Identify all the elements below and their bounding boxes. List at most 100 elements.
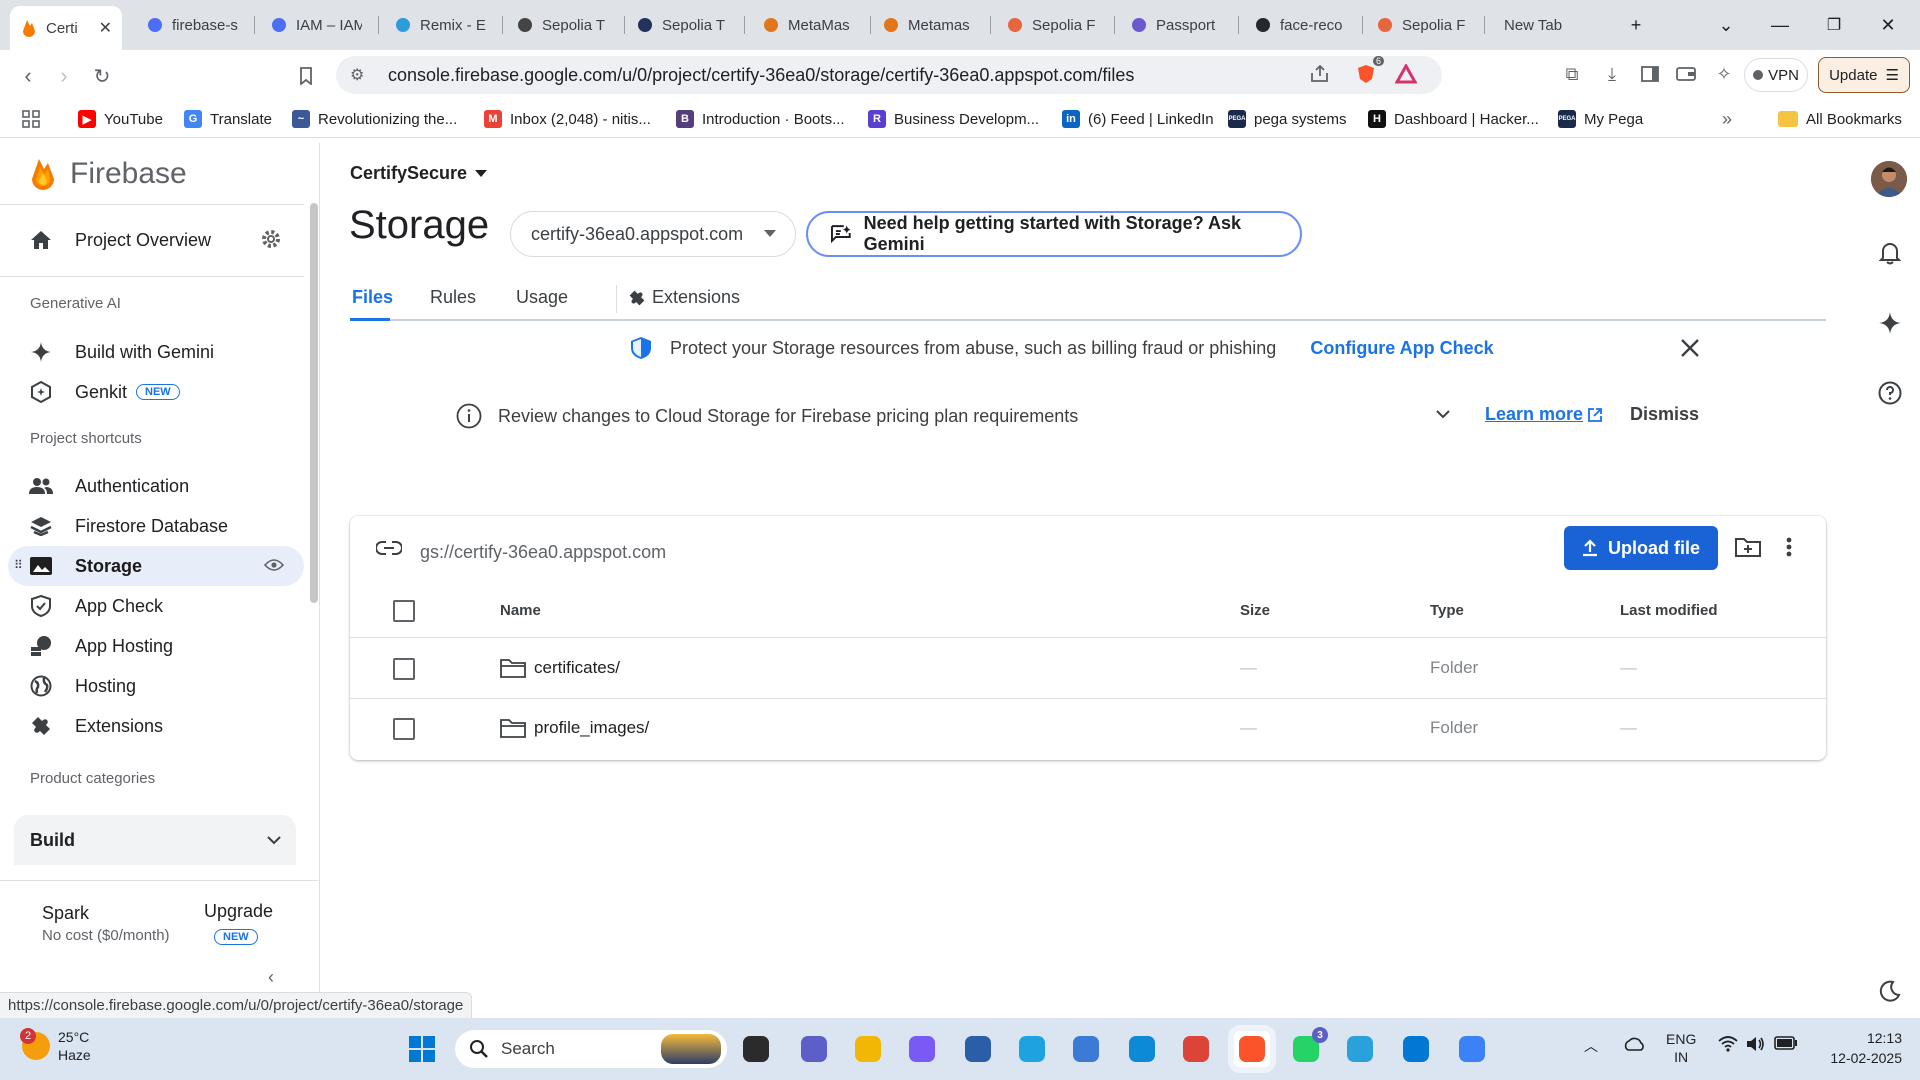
minimize-button[interactable]: — — [1760, 8, 1800, 42]
nav-extensions[interactable]: Extensions — [8, 706, 304, 746]
nav-firestore-database[interactable]: Firestore Database — [8, 506, 304, 546]
file-name[interactable]: profile_images/ — [534, 718, 649, 738]
file-name[interactable]: certificates/ — [534, 658, 620, 678]
build-category-toggle[interactable]: Build — [14, 815, 296, 865]
edge-icon[interactable] — [1124, 1031, 1160, 1067]
learn-more-link[interactable]: Learn more — [1485, 404, 1603, 425]
more-bookmarks-icon[interactable]: » — [1722, 108, 1732, 130]
nav-build-with-gemini[interactable]: Build with Gemini — [8, 332, 304, 372]
address-bar[interactable]: ⚙ console.firebase.google.com/u/0/projec… — [336, 56, 1442, 94]
nav-genkit[interactable]: Genkit NEW — [8, 372, 304, 412]
gemini-sparkle-icon[interactable] — [1876, 309, 1904, 337]
tab-search-icon[interactable]: ⌄ — [1706, 8, 1746, 42]
browser-tab-active[interactable]: Certi ✕ — [10, 6, 122, 50]
new-tab-button[interactable]: + — [1616, 8, 1656, 42]
table-row[interactable]: certificates/ — Folder — — [350, 639, 1826, 699]
battery-icon[interactable] — [1774, 1036, 1798, 1053]
nav-authentication[interactable]: Authentication — [8, 466, 304, 506]
reload-button[interactable]: ↻ — [86, 60, 118, 92]
onedrive-icon[interactable] — [1622, 1036, 1646, 1055]
bookmark-item[interactable]: G Translate — [184, 108, 272, 130]
nav-hosting[interactable]: Hosting — [8, 666, 304, 706]
notepad-icon[interactable] — [1068, 1031, 1104, 1067]
taskbar-search[interactable]: Search — [455, 1030, 727, 1068]
tab-usage[interactable]: Usage — [516, 287, 568, 308]
settings-gear-icon[interactable] — [260, 228, 282, 255]
collapse-sidebar-icon[interactable]: ‹ — [268, 967, 274, 988]
browser-tab[interactable]: Sepolia T — [506, 8, 618, 42]
drag-handle-icon[interactable]: ⠿ — [14, 558, 23, 572]
configure-app-check-link[interactable]: Configure App Check — [1310, 338, 1493, 359]
browser-tab[interactable]: Sepolia F — [996, 8, 1108, 42]
vscode-icon[interactable] — [1398, 1031, 1434, 1067]
nav-app-check[interactable]: App Check — [8, 586, 304, 626]
project-selector[interactable]: CertifySecure — [350, 163, 488, 184]
brave-icon[interactable] — [1234, 1031, 1270, 1067]
tab-rules[interactable]: Rules — [430, 287, 476, 308]
row-checkbox[interactable] — [393, 718, 415, 740]
photos-icon[interactable] — [1014, 1031, 1050, 1067]
site-settings-icon[interactable]: ⚙ — [350, 65, 372, 85]
create-folder-icon[interactable] — [1734, 536, 1762, 563]
browser-tab[interactable]: New Tab — [1494, 8, 1606, 42]
close-tab-icon[interactable]: ✕ — [99, 18, 112, 38]
ask-gemini-button[interactable]: Need help getting started with Storage? … — [806, 211, 1302, 257]
upgrade-link[interactable]: Upgrade — [204, 901, 273, 922]
bookmark-item[interactable]: ~ Revolutionizing the... — [292, 108, 457, 130]
file-explorer-icon[interactable] — [850, 1031, 886, 1067]
wifi-icon[interactable] — [1718, 1036, 1738, 1055]
microsoft-store-icon[interactable] — [960, 1031, 996, 1067]
telegram-icon[interactable] — [1342, 1031, 1378, 1067]
bookmark-item[interactable]: H Dashboard | Hacker... — [1368, 108, 1539, 130]
language-code[interactable]: ENG — [1666, 1030, 1696, 1048]
eye-icon[interactable] — [263, 556, 285, 577]
close-window-button[interactable]: ✕ — [1868, 8, 1908, 42]
select-all-checkbox[interactable] — [393, 600, 415, 622]
download-icon[interactable]: ⤓ — [1598, 58, 1626, 90]
dark-mode-icon[interactable] — [1876, 977, 1904, 1005]
all-bookmarks[interactable]: All Bookmarks — [1778, 108, 1902, 130]
sidebar-toggle-icon[interactable] — [1636, 58, 1664, 90]
forward-button[interactable]: › — [48, 60, 80, 92]
more-vert-icon[interactable] — [1786, 536, 1792, 563]
nav-project-overview[interactable]: Project Overview — [8, 220, 304, 260]
bookmark-item[interactable]: in (6) Feed | LinkedIn — [1062, 108, 1214, 130]
close-banner-icon[interactable] — [1680, 333, 1700, 365]
browser-tab[interactable]: MetaMas — [752, 8, 864, 42]
upload-file-button[interactable]: Upload file — [1564, 526, 1718, 570]
notifications-bell-icon[interactable] — [1876, 239, 1904, 267]
volume-icon[interactable] — [1746, 1036, 1766, 1055]
copilot-icon[interactable] — [904, 1031, 940, 1067]
bucket-selector[interactable]: certify-36ea0.appspot.com — [510, 211, 796, 257]
browser-tab[interactable]: Sepolia F — [1366, 8, 1478, 42]
browser-tab[interactable]: Sepolia T — [626, 8, 738, 42]
file-viewer-icon[interactable] — [738, 1031, 774, 1067]
chrome-icon[interactable] — [1178, 1031, 1214, 1067]
row-checkbox[interactable] — [393, 658, 415, 680]
bookmark-item[interactable]: ▶ YouTube — [78, 108, 163, 130]
avatar[interactable] — [1871, 161, 1907, 197]
teams-icon[interactable] — [796, 1031, 832, 1067]
tab-extensions[interactable]: Extensions — [628, 287, 740, 308]
whatsapp-icon[interactable]: 3 — [1288, 1027, 1328, 1067]
vpn-button[interactable]: VPN — [1744, 58, 1808, 92]
wallet-icon[interactable] — [1672, 58, 1700, 90]
bookmark-item[interactable]: M Inbox (2,048) - nitis... — [484, 108, 651, 130]
col-type[interactable]: Type — [1430, 602, 1464, 619]
col-size[interactable]: Size — [1240, 602, 1270, 619]
browser-tab[interactable]: Remix - E — [384, 8, 496, 42]
apps-grid-icon[interactable] — [22, 108, 40, 130]
taskbar-clock[interactable]: 12:13 12-02-2025 — [1812, 1028, 1902, 1068]
col-name[interactable]: Name — [500, 602, 541, 619]
firebase-logo[interactable]: Firebase — [30, 157, 187, 191]
extensions-icon[interactable]: ⧉ — [1558, 58, 1586, 90]
weather-widget[interactable]: 2 25°C Haze — [20, 1028, 91, 1064]
back-button[interactable]: ‹ — [12, 60, 44, 92]
app-icon[interactable] — [1454, 1031, 1490, 1067]
nav-storage[interactable]: ⠿ Storage — [8, 546, 304, 586]
browser-tab[interactable]: Passport — [1120, 8, 1232, 42]
col-last-modified[interactable]: Last modified — [1620, 602, 1718, 619]
bookmark-item[interactable]: R Business Developm... — [868, 108, 1039, 130]
leo-ai-icon[interactable]: ✧ — [1710, 58, 1738, 90]
brave-rewards-icon[interactable] — [1392, 58, 1420, 90]
